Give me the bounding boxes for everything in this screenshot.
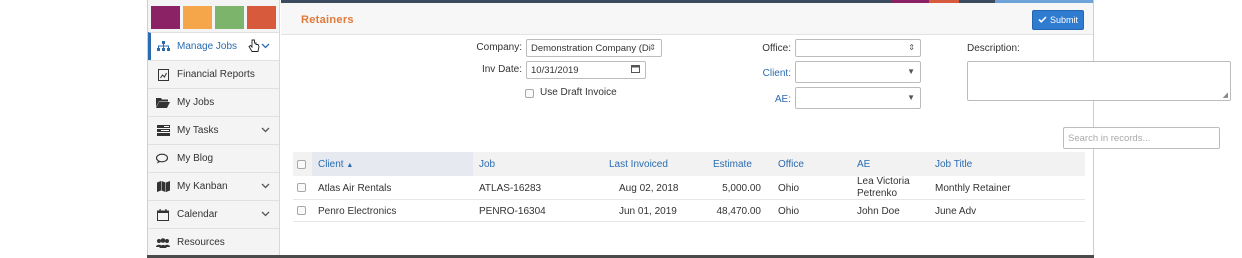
sidebar-item-label: My Blog <box>177 153 214 164</box>
comments-icon <box>156 153 170 165</box>
app-tile-green[interactable] <box>215 6 244 29</box>
retainers-table: Client ▲ Job Last Invoiced Estimate Offi… <box>293 152 1085 222</box>
column-header-last-invoiced[interactable]: Last Invoiced <box>609 159 668 170</box>
app-tile-red[interactable] <box>247 6 276 29</box>
sort-caret-icon: ⇕ <box>649 43 656 52</box>
client-select[interactable]: ▼ <box>795 61 921 83</box>
sidebar-item-label: My Tasks <box>177 125 219 136</box>
office-select[interactable]: ⇕ <box>795 39 921 57</box>
tasks-icon <box>156 125 170 137</box>
company-label: Company: <box>476 42 522 53</box>
sidebar-item-financial-reports[interactable]: Financial Reports <box>148 60 279 88</box>
hand-cursor-icon <box>248 39 260 56</box>
sidebar-item-label: Calendar <box>177 209 218 220</box>
column-header-label: Client <box>318 159 344 170</box>
sidebar-item-manage-jobs[interactable]: Manage Jobs <box>148 32 279 60</box>
sidebar-item-label: My Kanban <box>177 181 228 192</box>
table-header: Client ▲ Job Last Invoiced Estimate Offi… <box>293 152 1085 176</box>
inv-date-value: 10/31/2019 <box>531 65 579 76</box>
sitemap-icon <box>156 41 170 53</box>
client-label[interactable]: Client: <box>721 68 791 79</box>
office-label: Office: <box>762 43 791 54</box>
sidebar-item-my-blog[interactable]: My Blog <box>148 144 279 172</box>
inv-date-label: Inv Date: <box>481 64 522 75</box>
calendar-icon <box>156 208 170 221</box>
sidebar-item-label: Resources <box>177 237 225 248</box>
description-label: Description: <box>967 43 1020 54</box>
calendar-icon[interactable] <box>631 64 640 75</box>
sidebar-item-my-kanban[interactable]: My Kanban <box>148 172 279 200</box>
app-tile-purple[interactable] <box>151 6 180 29</box>
description-textarea[interactable]: ◢ <box>967 61 1231 101</box>
sidebar-item-my-jobs[interactable]: My Jobs <box>148 88 279 116</box>
app-window: Manage Jobs Financial Reports My Jobs My… <box>147 0 1231 258</box>
submit-label: Submit <box>1049 15 1078 25</box>
chevron-down-icon[interactable] <box>261 181 270 192</box>
sidebar: Manage Jobs Financial Reports My Jobs My… <box>148 0 280 258</box>
inv-date-field[interactable]: 10/31/2019 <box>526 61 646 79</box>
use-draft-invoice-label: Use Draft Invoice <box>540 87 617 98</box>
cell-job-title: Monthly Retainer <box>935 183 1011 194</box>
chevron-down-icon[interactable] <box>261 125 270 136</box>
report-icon <box>156 68 170 81</box>
app-tiles <box>148 0 279 32</box>
sidebar-item-resources[interactable]: Resources <box>148 228 279 256</box>
cell-ae-line2: Petrenko <box>857 188 898 199</box>
cell-job-title: June Adv <box>935 206 977 217</box>
use-draft-invoice-checkbox[interactable] <box>525 89 534 98</box>
chevron-down-icon[interactable] <box>261 41 270 52</box>
cell-client: Atlas Air Rentals <box>318 183 392 194</box>
column-header-office[interactable]: Office <box>778 159 804 170</box>
sort-ascending-icon: ▲ <box>346 162 354 169</box>
sidebar-item-calendar[interactable]: Calendar <box>148 200 279 228</box>
select-all-checkbox[interactable] <box>297 160 306 169</box>
search-input[interactable]: Search in records... <box>1063 127 1220 149</box>
check-icon <box>1038 15 1047 25</box>
map-icon <box>156 181 170 193</box>
cell-client: Penro Electronics <box>318 206 397 217</box>
main-content: Company: Demonstration Company (Di ⇕ Inv… <box>281 36 1231 256</box>
column-header-estimate[interactable]: Estimate <box>713 159 752 170</box>
sidebar-item-label: Financial Reports <box>177 69 255 80</box>
cell-last-invoiced: Aug 02, 2018 <box>619 183 679 194</box>
cell-job: ATLAS-16283 <box>479 183 542 194</box>
cell-office: Ohio <box>778 183 800 194</box>
cell-ae-line1: John Doe <box>857 206 900 217</box>
submit-button[interactable]: Submit <box>1032 10 1084 30</box>
cell-ae-line1: Lea Victoria <box>857 176 910 187</box>
column-header-job-title[interactable]: Job Title <box>935 159 972 170</box>
cell-office: Ohio <box>778 206 800 217</box>
chevron-down-icon[interactable] <box>261 209 270 220</box>
sort-caret-icon: ⇕ <box>908 43 915 52</box>
dropdown-caret-icon: ▼ <box>907 67 915 76</box>
table-row[interactable]: Atlas Air Rentals ATLAS-16283 Aug 02, 20… <box>293 176 1085 200</box>
page-header: Retainers Submit <box>281 3 1093 35</box>
column-header-client[interactable]: Client ▲ <box>318 159 353 170</box>
page-title: Retainers <box>301 14 354 26</box>
column-header-job[interactable]: Job <box>479 159 495 170</box>
app-tile-orange[interactable] <box>183 6 212 29</box>
users-icon <box>156 237 170 249</box>
sidebar-item-my-tasks[interactable]: My Tasks <box>148 116 279 144</box>
sidebar-item-label: Manage Jobs <box>177 41 238 52</box>
column-header-ae[interactable]: AE <box>857 159 870 170</box>
cell-job: PENRO-16304 <box>479 206 546 217</box>
cell-last-invoiced: Jun 01, 2019 <box>619 206 677 217</box>
sidebar-item-label: My Jobs <box>177 97 215 108</box>
folder-open-icon <box>156 97 170 109</box>
cell-estimate: 48,470.00 <box>716 206 762 217</box>
ae-select[interactable]: ▼ <box>795 87 921 109</box>
company-select-value: Demonstration Company (Di <box>531 43 651 54</box>
table-row[interactable]: Penro Electronics PENRO-16304 Jun 01, 20… <box>293 200 1085 222</box>
row-checkbox[interactable] <box>297 206 306 215</box>
dropdown-caret-icon: ▼ <box>907 93 915 102</box>
ae-label[interactable]: AE: <box>721 94 791 105</box>
row-checkbox[interactable] <box>297 183 306 192</box>
company-select[interactable]: Demonstration Company (Di ⇕ <box>526 39 662 57</box>
resize-handle-icon[interactable]: ◢ <box>1223 91 1228 99</box>
cell-estimate: 5,000.00 <box>722 183 761 194</box>
